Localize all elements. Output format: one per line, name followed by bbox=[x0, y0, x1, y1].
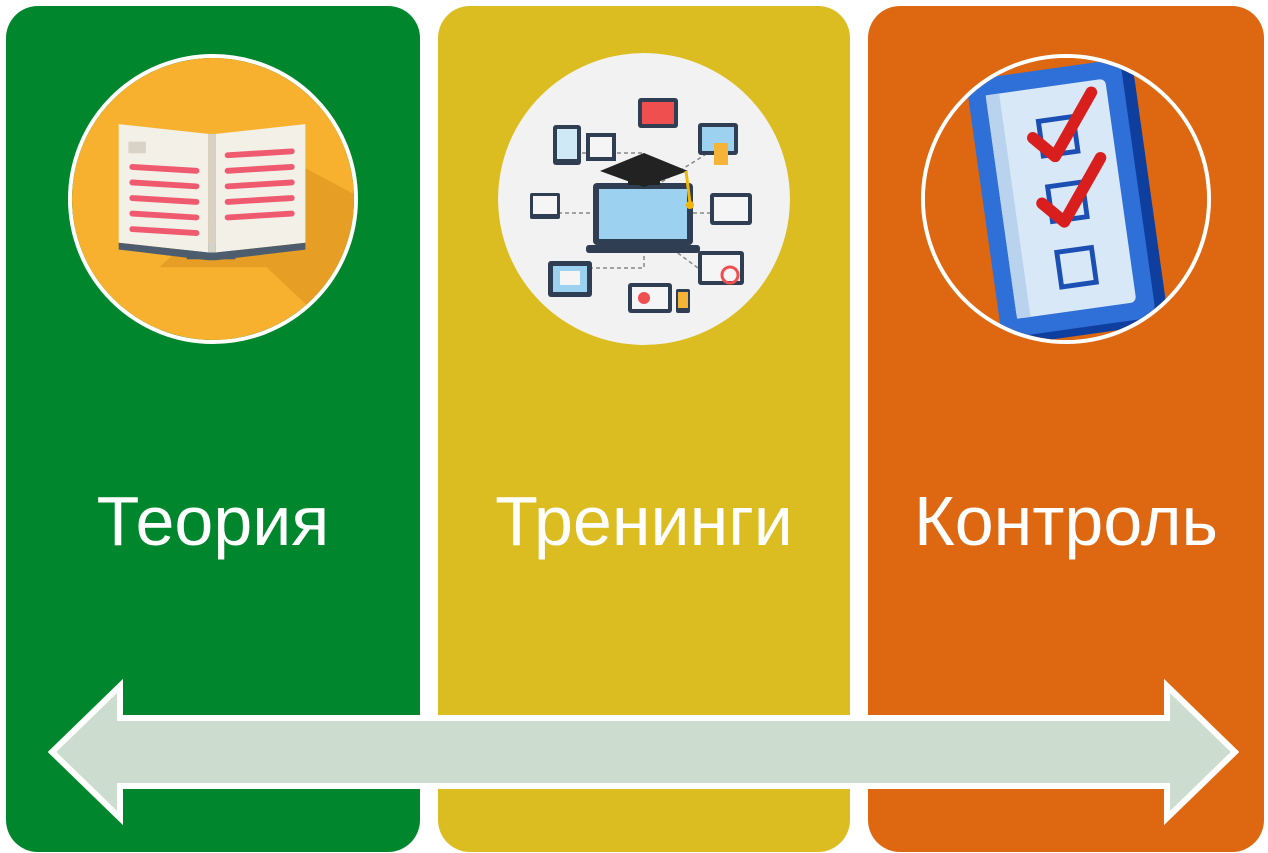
panel-label-control: Контроль bbox=[913, 482, 1219, 560]
book-icon bbox=[68, 54, 358, 344]
panel-control: Контроль bbox=[868, 6, 1264, 852]
panel-theory: Теория bbox=[6, 6, 420, 852]
panel-label-theory: Теория bbox=[96, 482, 330, 560]
panel-trainings: Тренинги bbox=[438, 6, 850, 852]
e-learning-devices-icon bbox=[498, 53, 790, 345]
checklist-icon bbox=[921, 54, 1211, 344]
panel-label-trainings: Тренинги bbox=[495, 482, 793, 560]
